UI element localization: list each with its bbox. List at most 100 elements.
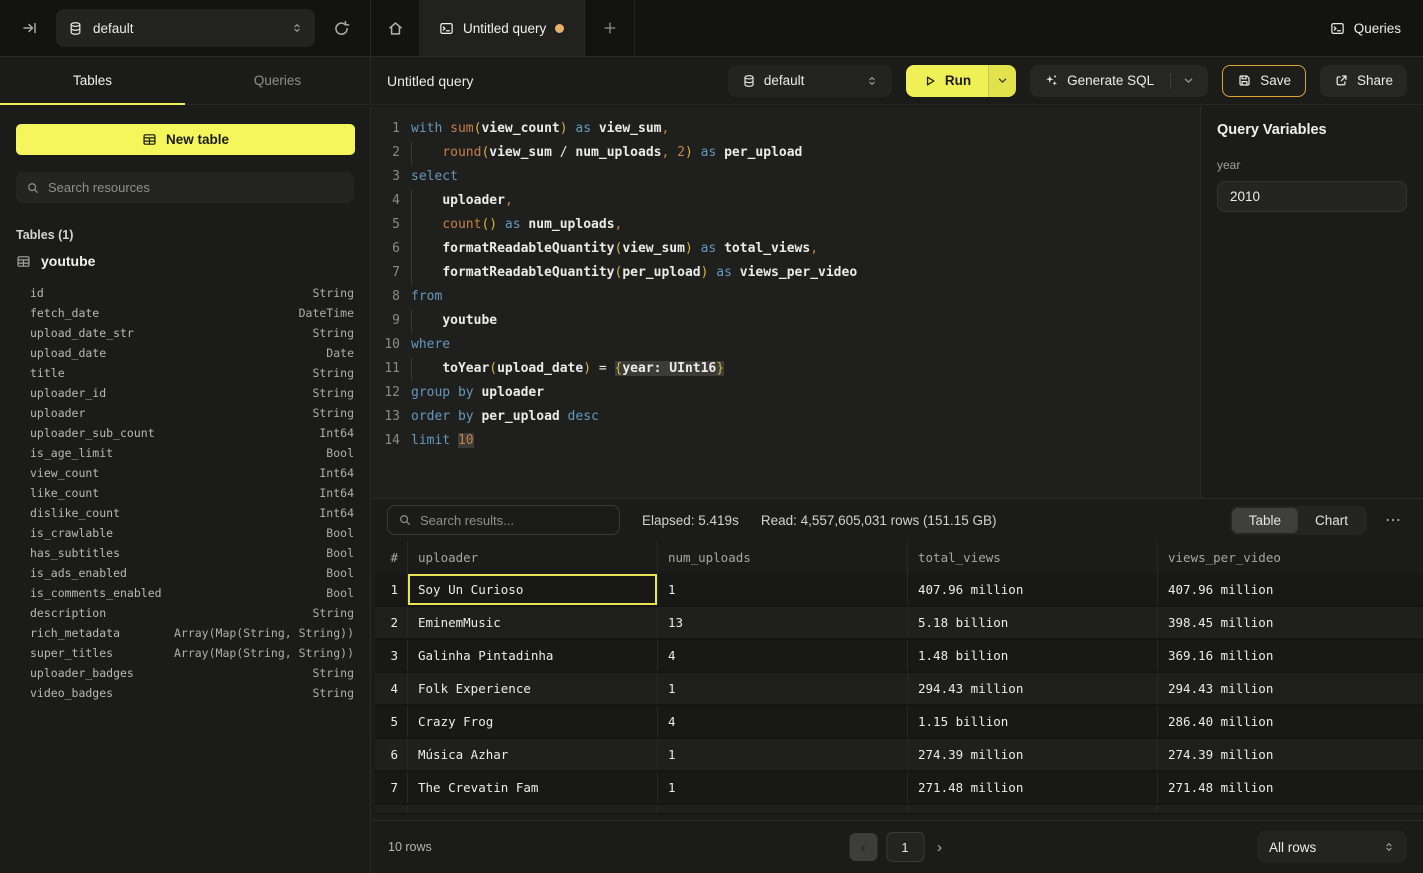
code-line: 8from [372, 285, 1200, 309]
result-cell[interactable]: 369.16 million [1158, 640, 1423, 671]
schema-field[interactable]: super_titlesArray(Map(String, String)) [0, 643, 370, 663]
code-editor[interactable]: 1with sum(view_count) as view_sum,2 roun… [372, 106, 1200, 498]
tab-tables-label: Tables [73, 73, 112, 88]
result-cell[interactable]: 4 [658, 706, 908, 737]
schema-field[interactable]: uploader_idString [0, 383, 370, 403]
tab-queries[interactable]: Queries [185, 57, 370, 104]
share-button[interactable]: Share [1320, 65, 1407, 97]
result-cell[interactable]: 1 [658, 574, 908, 605]
result-cell[interactable]: 274.39 million [908, 739, 1158, 770]
resource-search-input[interactable] [48, 180, 344, 195]
result-cell[interactable]: 407.96 million [1158, 574, 1423, 605]
result-cell[interactable]: Galinha Pintadinha [408, 640, 658, 671]
result-cell[interactable]: 286.40 million [1158, 706, 1423, 737]
result-cell[interactable]: 274.39 million [1158, 739, 1423, 770]
result-cell[interactable]: 1 [658, 739, 908, 770]
result-cell[interactable]: 271.48 million [1158, 772, 1423, 803]
chevron-down-icon[interactable] [1183, 75, 1194, 86]
button-divider [1170, 73, 1171, 89]
row-number: 5 [375, 706, 408, 737]
schema-field[interactable]: is_age_limitBool [0, 443, 370, 463]
table-name: youtube [41, 253, 95, 269]
result-cell[interactable]: 294.43 million [908, 673, 1158, 704]
save-button[interactable]: Save [1222, 65, 1306, 97]
variable-year-input[interactable] [1217, 181, 1407, 212]
schema-field[interactable]: dislike_countInt64 [0, 503, 370, 523]
new-tab-button[interactable] [585, 0, 635, 56]
schema-list: idStringfetch_dateDateTimeupload_date_st… [0, 283, 370, 703]
schema-field[interactable]: is_ads_enabledBool [0, 563, 370, 583]
result-cell[interactable]: 1.15 billion [908, 706, 1158, 737]
sidebar-item-youtube-table[interactable]: youtube [0, 248, 370, 274]
queries-link[interactable]: Queries [1308, 0, 1423, 56]
result-cell[interactable]: Crazy Frog [408, 706, 658, 737]
sidebar-tabs: Tables Queries [0, 57, 371, 104]
view-table-button[interactable]: Table [1232, 508, 1298, 533]
schema-field[interactable]: descriptionString [0, 603, 370, 623]
resource-search[interactable] [16, 172, 354, 203]
schema-field[interactable]: view_countInt64 [0, 463, 370, 483]
result-cell[interactable]: 398.45 million [1158, 607, 1423, 638]
schema-field[interactable]: like_countInt64 [0, 483, 370, 503]
result-cell[interactable]: Soy Un Curioso [408, 574, 658, 605]
result-cell[interactable]: 5.18 billion [908, 607, 1158, 638]
schema-field[interactable]: rich_metadataArray(Map(String, String)) [0, 623, 370, 643]
column-header[interactable]: uploader [408, 541, 658, 574]
column-header[interactable]: total_views [908, 541, 1158, 574]
page-size-selector[interactable]: All rows [1257, 831, 1407, 863]
column-header[interactable]: num_uploads [658, 541, 908, 574]
row-number: 1 [375, 574, 408, 605]
row-number [375, 805, 408, 813]
schema-field[interactable]: idString [0, 283, 370, 303]
schema-field[interactable]: uploader_sub_countInt64 [0, 423, 370, 443]
tab-queries-label: Queries [254, 73, 301, 88]
result-cell[interactable]: 4 [658, 640, 908, 671]
prev-page-button[interactable]: ‹ [849, 833, 877, 861]
new-table-button[interactable]: New table [16, 124, 355, 155]
result-cell[interactable]: Música Azhar [408, 739, 658, 770]
schema-field[interactable]: upload_dateDate [0, 343, 370, 363]
next-page-button[interactable]: › [933, 839, 946, 856]
schema-field[interactable]: titleString [0, 363, 370, 383]
run-options-button[interactable] [988, 65, 1016, 97]
more-options-icon[interactable]: ⋯ [1379, 510, 1408, 530]
schema-field[interactable]: is_comments_enabledBool [0, 583, 370, 603]
schema-field[interactable]: uploader_badgesString [0, 663, 370, 683]
result-cell[interactable]: EminemMusic [408, 607, 658, 638]
schema-field[interactable]: has_subtitlesBool [0, 543, 370, 563]
view-chart-button[interactable]: Chart [1298, 508, 1365, 533]
results-footer: 10 rows ‹ 1 › All rows [372, 820, 1423, 873]
column-header[interactable]: views_per_video [1158, 541, 1423, 574]
generate-sql-button[interactable]: Generate SQL [1030, 65, 1208, 97]
schema-field[interactable]: video_badgesString [0, 683, 370, 703]
schema-field[interactable]: fetch_dateDateTime [0, 303, 370, 323]
current-page-input[interactable]: 1 [886, 832, 924, 862]
result-cell[interactable]: Folk Experience [408, 673, 658, 704]
run-button[interactable]: Run [906, 65, 988, 97]
tab-tables[interactable]: Tables [0, 57, 185, 104]
result-cell[interactable]: 1.48 billion [908, 640, 1158, 671]
results-search[interactable] [387, 505, 620, 535]
result-cell[interactable]: 13 [658, 607, 908, 638]
home-button[interactable] [371, 0, 419, 56]
collapse-sidebar-icon[interactable] [18, 16, 42, 40]
tab-strip: Untitled query Queries [371, 0, 1423, 56]
results-header-row: #uploadernum_uploadstotal_viewsviews_per… [375, 541, 1423, 574]
result-cell[interactable]: 407.96 million [908, 574, 1158, 605]
result-cell[interactable]: 271.48 million [908, 772, 1158, 803]
result-cell[interactable]: 294.43 million [1158, 673, 1423, 704]
result-cell[interactable]: The Crevatin Fam [408, 772, 658, 803]
code-line: 6 formatReadableQuantity(view_sum) as to… [372, 237, 1200, 261]
database-selector[interactable]: default [56, 9, 315, 47]
tab-untitled-query[interactable]: Untitled query [419, 0, 585, 56]
editor-database-selector[interactable]: default [728, 65, 892, 97]
schema-field[interactable]: is_crawlableBool [0, 523, 370, 543]
schema-field[interactable]: uploaderString [0, 403, 370, 423]
result-cell[interactable]: 1 [658, 673, 908, 704]
result-cell[interactable]: 1 [658, 772, 908, 803]
read-stat: Read: 4,557,605,031 rows (151.15 GB) [761, 513, 997, 528]
schema-field[interactable]: upload_date_strString [0, 323, 370, 343]
pagination: ‹ 1 › [849, 832, 946, 862]
results-search-input[interactable] [420, 513, 609, 528]
refresh-icon[interactable] [329, 16, 354, 41]
